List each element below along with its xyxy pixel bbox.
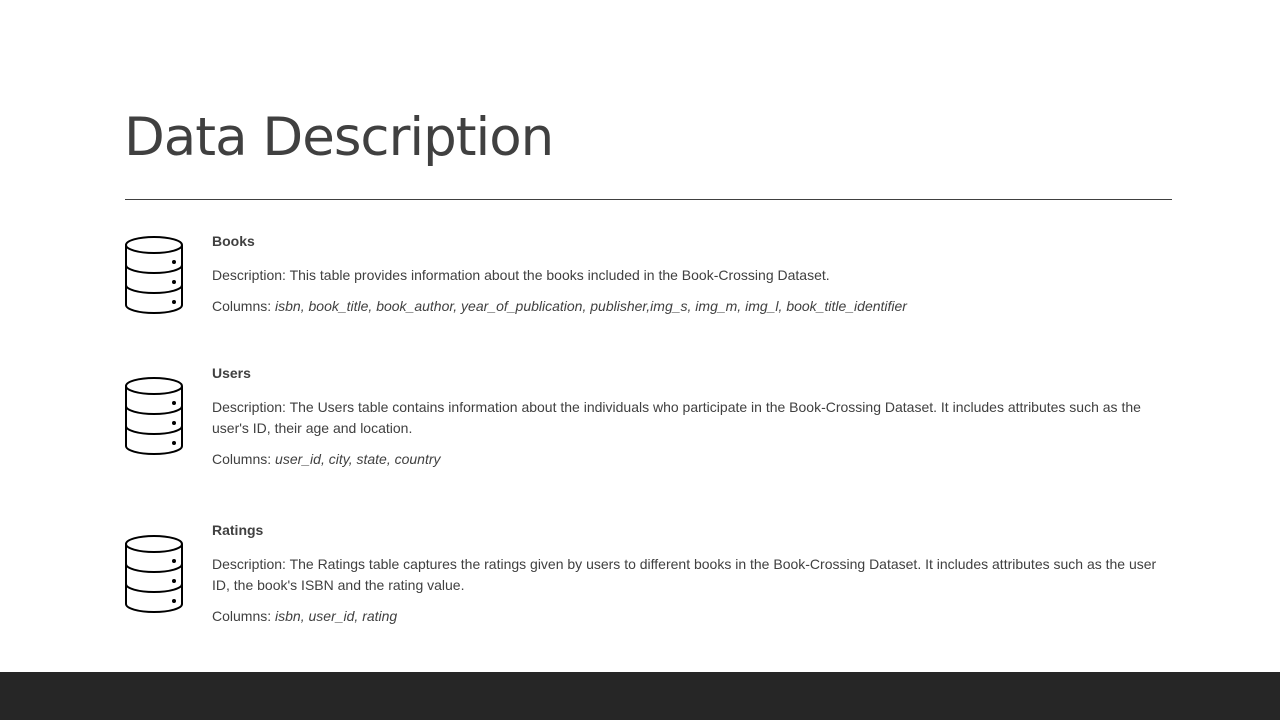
columns-prefix: Columns: — [212, 451, 276, 467]
description-prefix: Description: — [212, 399, 290, 415]
database-icon — [123, 534, 185, 614]
description-text: The Ratings table captures the ratings g… — [212, 556, 1157, 593]
columns-values: isbn, user_id, rating — [275, 608, 398, 624]
database-icon — [123, 235, 185, 315]
section-columns: Columns: user_id, city, state, country — [212, 449, 1172, 470]
section-heading: Users — [212, 365, 251, 381]
columns-values: isbn, book_title, book_author, year_of_p… — [275, 298, 907, 314]
description-prefix: Description: — [212, 556, 290, 572]
section-heading: Books — [212, 233, 255, 249]
section-heading: Ratings — [212, 522, 264, 538]
database-icon — [123, 376, 185, 456]
description-text: The Users table contains information abo… — [212, 399, 1141, 436]
footer-bar — [0, 672, 1280, 720]
section-columns: Columns: isbn, book_title, book_author, … — [212, 296, 1172, 317]
section-description: Description: The Users table contains in… — [212, 397, 1172, 439]
section-columns: Columns: isbn, user_id, rating — [212, 606, 1172, 627]
section-description: Description: The Ratings table captures … — [212, 554, 1172, 596]
section-text-ratings: Ratings Description: The Ratings table c… — [212, 520, 1172, 627]
description-text: This table provides information about th… — [289, 267, 830, 283]
columns-prefix: Columns: — [212, 298, 276, 314]
columns-values: user_id, city, state, country — [275, 451, 441, 467]
section-text-books: Books Description: This table provides i… — [212, 231, 1172, 317]
section-description: Description: This table provides informa… — [212, 265, 1172, 286]
title-divider — [125, 199, 1172, 200]
columns-prefix: Columns: — [212, 608, 276, 624]
section-text-users: Users Description: The Users table conta… — [212, 363, 1172, 470]
slide-title: Data Description — [124, 107, 554, 168]
description-prefix: Description: — [212, 267, 290, 283]
